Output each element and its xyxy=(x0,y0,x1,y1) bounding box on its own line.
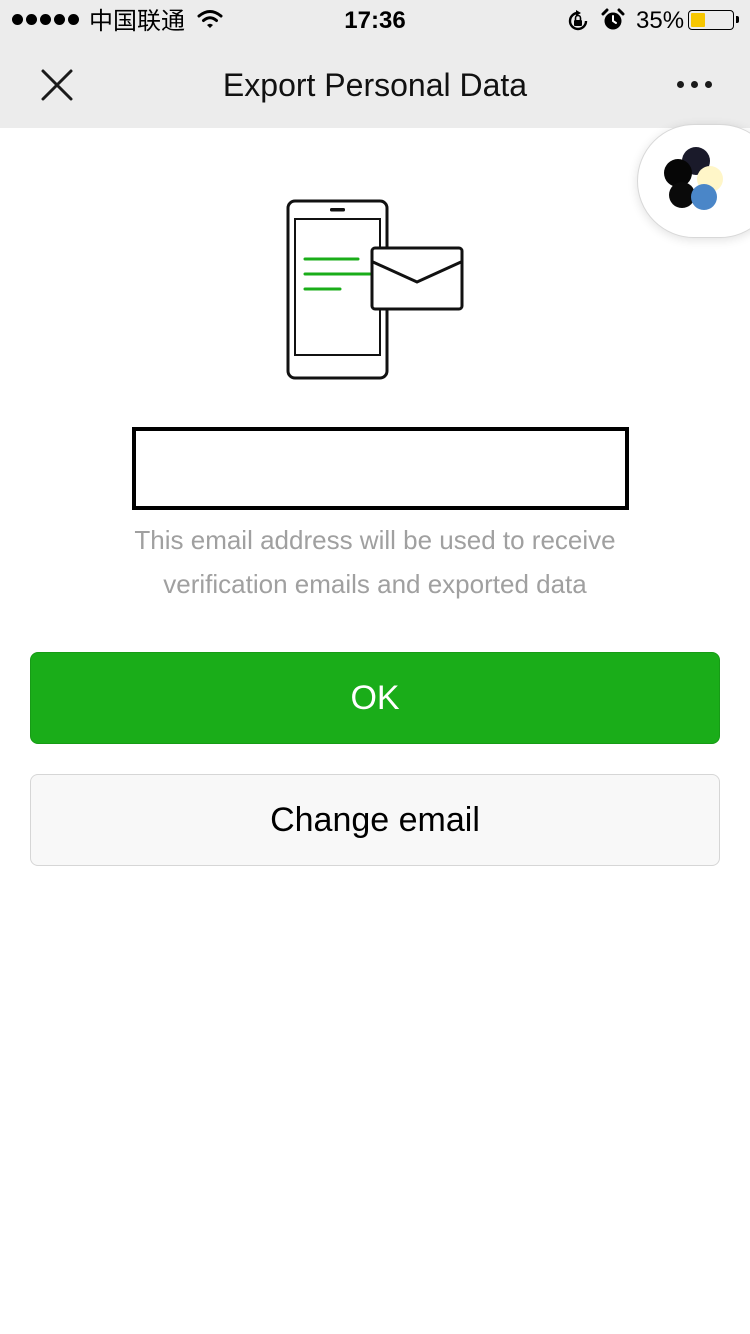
rotation-lock-icon xyxy=(568,10,588,31)
alarm-icon xyxy=(601,8,625,30)
page-title: Export Personal Data xyxy=(222,67,528,103)
mini-program-capsule-button[interactable] xyxy=(637,124,750,238)
phone-with-envelope-icon xyxy=(286,199,464,380)
battery-icon xyxy=(688,10,739,30)
hint-line: This email address will be used to recei… xyxy=(134,525,616,555)
battery-fill xyxy=(691,13,705,27)
navigation-bar: Export Personal Data xyxy=(0,40,750,128)
status-bar: 中国联通 17:36 35% xyxy=(0,0,750,40)
change-email-button[interactable]: Change email xyxy=(30,774,720,866)
mini-program-capsule-icon xyxy=(664,147,723,210)
more-dots-icon[interactable] xyxy=(666,66,722,102)
hint-line: verification emails and exported data xyxy=(163,569,587,599)
top-bar: 中国联通 17:36 35% Export Personal Data xyxy=(0,0,750,128)
ok-button[interactable]: OK xyxy=(30,652,720,744)
email-hint-text: This email address will be used to recei… xyxy=(60,518,690,606)
email-field[interactable] xyxy=(132,427,629,510)
battery-percent: 35% xyxy=(636,7,685,34)
